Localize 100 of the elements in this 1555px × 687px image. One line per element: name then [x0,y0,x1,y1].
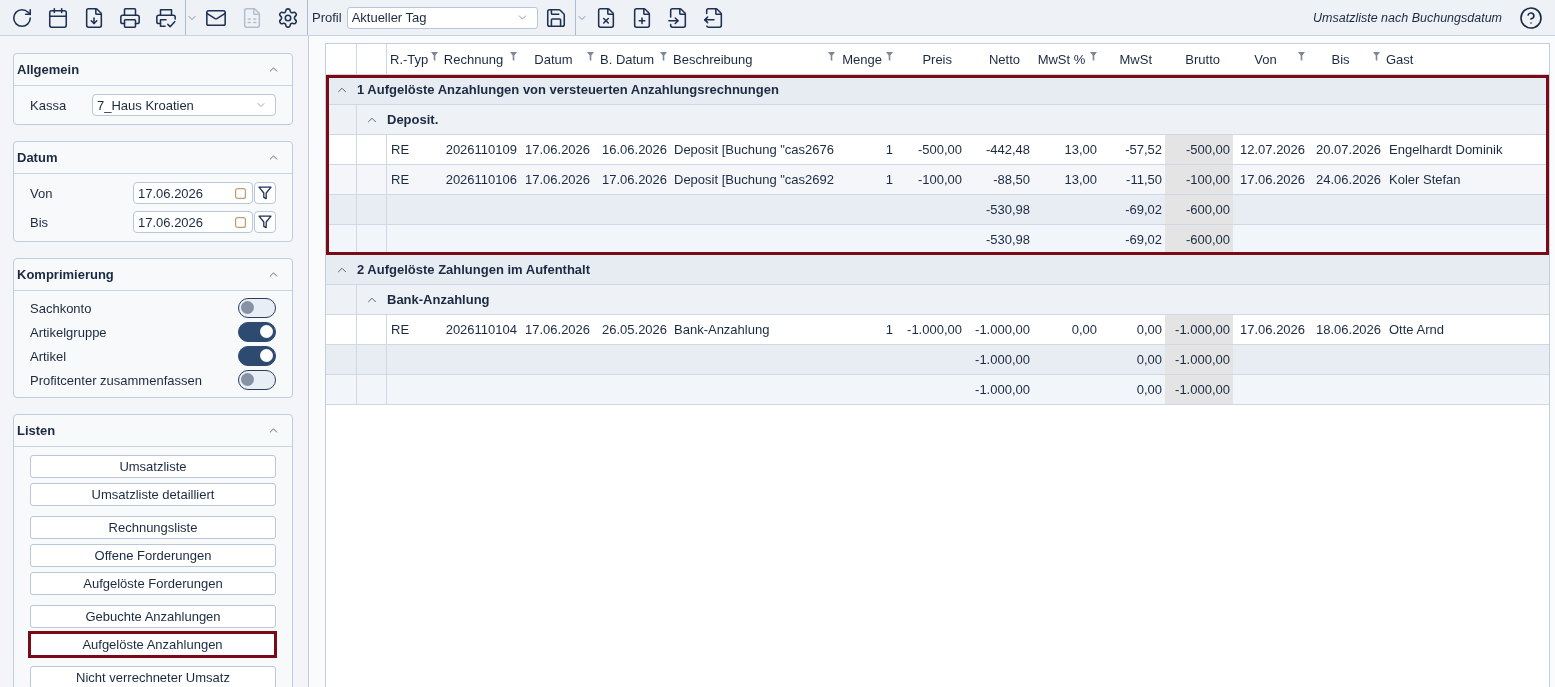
table-cell-text: -1.000,00 [906,321,963,339]
sum-cell: -1.000,00 [1165,375,1233,404]
table-cell-text: Koler Stefan [1388,171,1462,189]
refresh-icon[interactable] [11,6,33,29]
sum-cell-text: -1.000,00 [974,381,1031,399]
column-header[interactable]: MwSt % [1037,51,1086,67]
column-header[interactable]: MwSt [1119,51,1152,67]
report-button[interactable]: Aufgelöste Anzahlungen [28,631,277,658]
panel-title: Allgemein [17,62,80,77]
filter-icon[interactable] [1298,52,1305,61]
printer-check-icon[interactable] [155,6,177,29]
table-cell-text: 2026110109 [444,141,518,159]
filter-icon [258,215,272,229]
filter-icon[interactable] [431,52,439,61]
field-label: Von [30,185,53,201]
column-header[interactable]: Menge [842,51,882,67]
toggle-switch[interactable] [238,346,276,366]
file-download-icon[interactable] [83,6,105,29]
table-cell-text: -500,00 [916,141,963,159]
sum-cell-text: -69,02 [1124,201,1163,219]
profile-select[interactable]: Aktueller Tag [346,6,538,29]
table-cell-text: 0,00 [1135,321,1163,339]
calendar-icon[interactable] [47,6,69,29]
filter-icon[interactable] [660,52,667,61]
settings-icon[interactable] [277,6,299,29]
filter-icon[interactable] [1373,52,1380,61]
file-import-icon[interactable] [666,6,689,29]
field-label: Kassa [30,97,67,113]
sum-cell: -600,00 [1165,225,1233,254]
column-header[interactable]: Brutto [1185,51,1220,67]
table-cell-text: Deposit [Buchung "cas2692 [673,171,835,189]
table-cell-text: -1.000,00 [974,321,1031,339]
table-cell-text: 17.06.2026 [524,321,592,339]
save-icon[interactable] [544,6,567,29]
toggle-label: Sachkonto [30,300,92,316]
panel-title: Komprimierung [17,267,114,282]
table-cell-text: 2026110104 [444,321,518,339]
table-row[interactable]: RE 2026110109 17.06.2026 16.06.2026 Deposit [Buchung "cas2676 1 -500,00 -442,48 13,00 -57,52 -500,00 12.07.2026 20.07.2026 Engelhardt Dominik [326,135,1549,165]
table-cell-text: Otte Arnd [1388,321,1445,339]
table-cell: -1.000,00 [1165,315,1233,344]
toggle-label: Artikel [30,348,67,364]
field-label: Bis [30,214,49,230]
filter-icon[interactable] [828,52,835,61]
panel-title: Listen [17,423,56,438]
filter-button[interactable] [254,211,276,233]
table-cell-text: 2026110106 [444,171,518,189]
column-header[interactable]: Von [1254,51,1277,67]
dropdown-field[interactable]: 7_Haus Kroatien [92,94,276,116]
toggle-label: Profitcenter zusammenfassen [30,372,202,388]
group-title: 2 Aufgelöste Zahlungen im Aufenthalt [357,262,591,277]
panel-title: Datum [17,150,58,165]
table-cell-text: 1 [884,321,894,339]
date-field[interactable]: 17.06.2026 [133,182,253,204]
toggle-switch[interactable] [238,322,276,342]
column-header[interactable]: Gast [1386,51,1414,67]
toggle-switch[interactable] [238,370,276,390]
table-cell: -500,00 [1165,135,1233,164]
table-cell-text: 17.06.2026 [524,171,592,189]
file-export-icon[interactable] [702,6,725,29]
table-cell-text: -57,52 [1124,141,1163,159]
table-cell-text: 13,00 [1063,141,1098,159]
printer-icon[interactable] [119,6,141,29]
table-cell-text: 1 [884,141,894,159]
sum-cell-text: 0,00 [1135,381,1163,399]
filter-icon[interactable] [886,52,893,61]
table-row[interactable]: RE 2026110106 17.06.2026 17.06.2026 Deposit [Buchung "cas2692 1 -100,00 -88,50 13,00 -11,50 -100,00 17.06.2026 24.06.2026 Koler Stefan [326,165,1549,195]
report-button[interactable]: Nicht verrechneter Umsatz [30,666,276,687]
table-cell-text: 17.06.2026 [601,171,669,189]
column-header[interactable]: Netto [988,51,1020,67]
column-header[interactable]: Bis [1331,51,1350,67]
table-cell-text: 17.06.2026 [524,141,592,159]
report-button[interactable]: Umsatzliste [30,455,276,478]
table-cell: -100,00 [1165,165,1233,194]
filter-icon[interactable] [1090,52,1097,61]
toggle-switch[interactable] [238,298,276,318]
column-header[interactable]: R.-Typ [390,51,429,67]
filter-icon[interactable] [587,52,594,61]
profile-label: Profil [312,10,342,25]
column-header[interactable]: B. Datum [600,51,655,67]
report-button[interactable]: Offene Forderungen [30,544,276,567]
column-header[interactable]: Preis [922,51,952,67]
table-cell-text: -11,50 [1125,171,1163,189]
column-header[interactable]: Beschreibung [673,51,753,67]
column-header[interactable]: Rechnung [443,51,504,67]
date-field[interactable]: 17.06.2026 [133,211,253,233]
table-cell-text: 26.05.2026 [601,321,669,339]
help-icon[interactable] [1519,5,1543,30]
report-button[interactable]: Rechnungsliste [30,516,276,539]
filter-button[interactable] [254,182,276,204]
report-button[interactable]: Gebuchte Anzahlungen [30,605,276,628]
filter-icon [258,186,272,200]
sum-cell: -1.000,00 [1165,345,1233,374]
table-cell-text: -100,00 [916,171,963,189]
table-cell-text: 17.06.2026 [1239,171,1307,189]
report-button[interactable]: Aufgelöste Forderungen [30,572,276,595]
table-row[interactable]: RE 2026110104 17.06.2026 26.05.2026 Bank-Anzahlung 1 -1.000,00 -1.000,00 0,00 0,00 -1.000,00 17.06.2026 18.06.2026 Otte Arnd [326,315,1549,345]
report-button[interactable]: Umsatzliste detailliert [30,483,276,506]
table-cell-text: RE [390,171,411,189]
column-header[interactable]: Datum [534,51,573,67]
filter-icon[interactable] [510,52,517,61]
